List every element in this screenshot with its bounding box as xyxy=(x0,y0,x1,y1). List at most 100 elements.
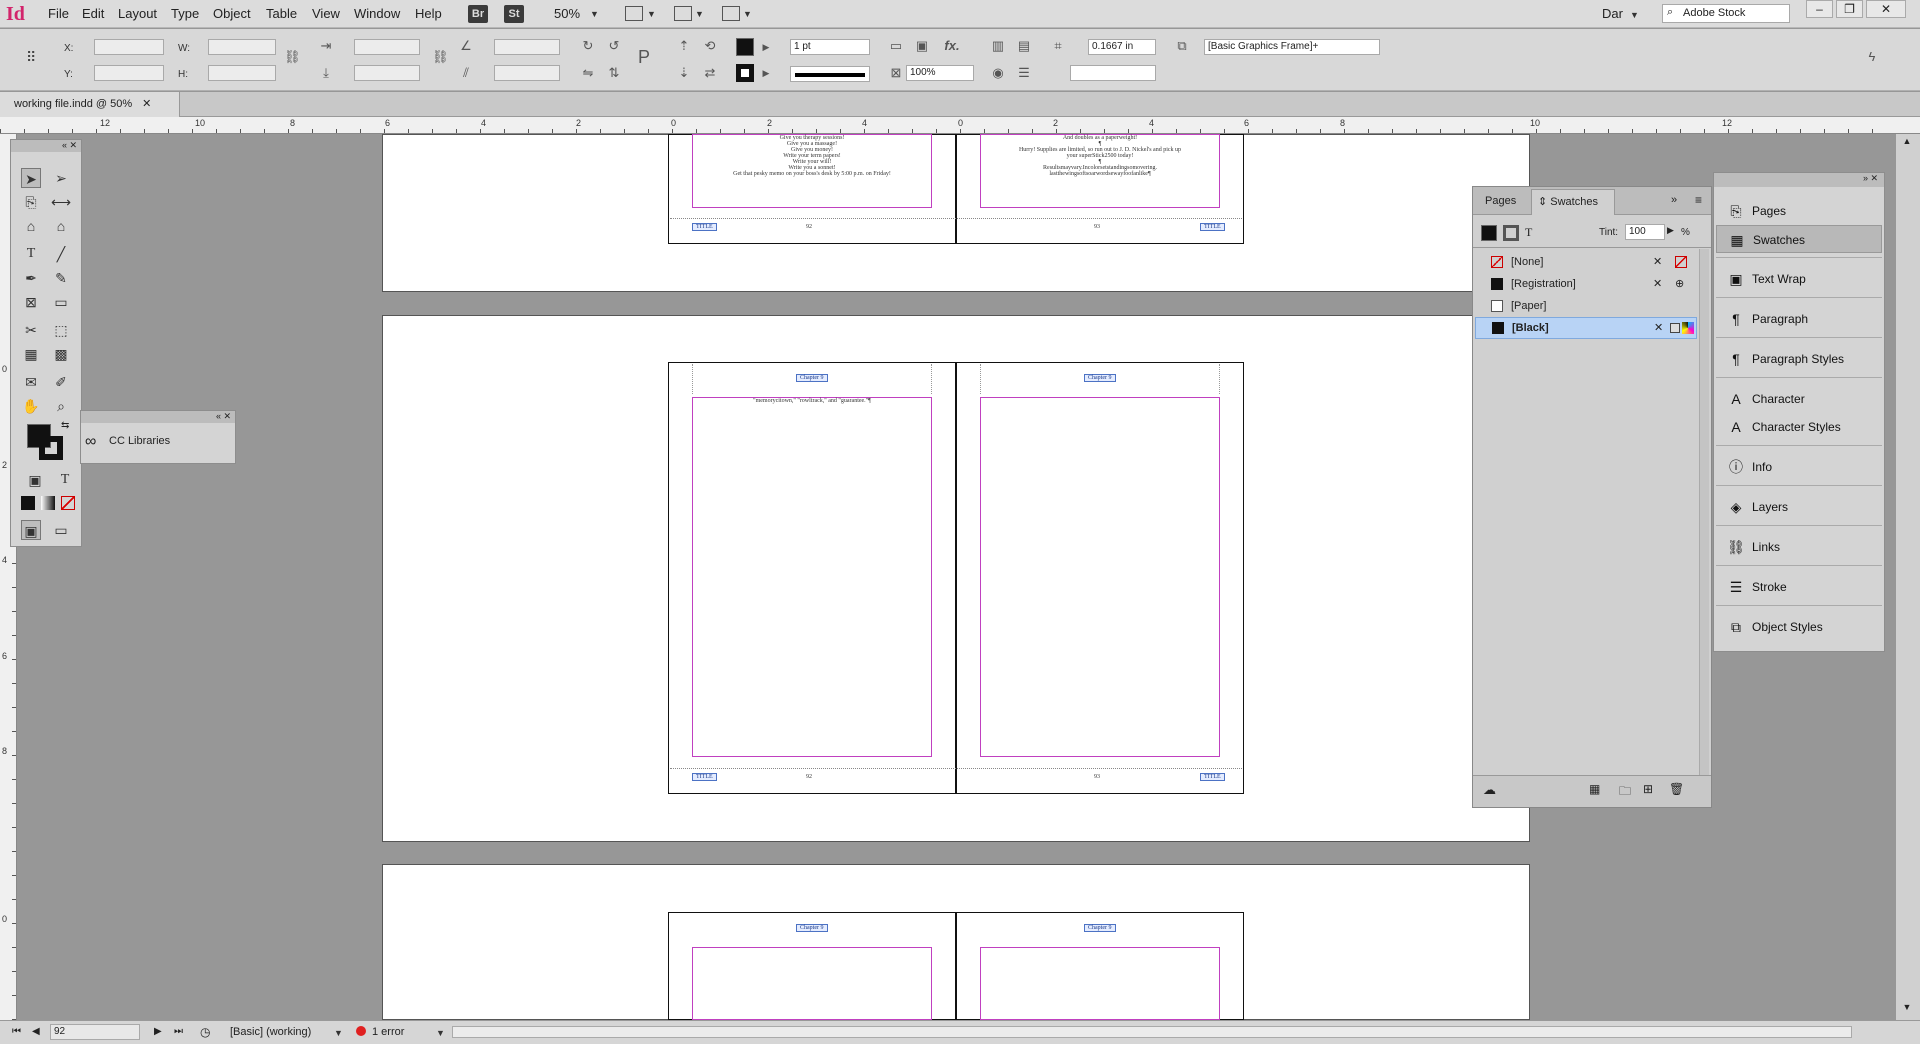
flip-h-icon[interactable]: ⇋ xyxy=(580,65,596,81)
fill-swatch[interactable] xyxy=(736,38,754,56)
panel-paragraph[interactable]: ¶ Paragraph xyxy=(1716,305,1882,333)
page-view-icon[interactable]: ◷ xyxy=(200,1025,210,1039)
panel-layers[interactable]: ◈ Layers xyxy=(1716,493,1882,521)
effects-icon[interactable]: fx. xyxy=(944,38,960,54)
object-style-dropdown[interactable]: [Basic Graphics Frame]+ xyxy=(1204,39,1380,55)
bridge-button[interactable]: Br xyxy=(468,5,488,23)
rotation-field[interactable] xyxy=(494,39,560,55)
gap-tool-icon[interactable]: ⟷ xyxy=(51,192,71,212)
stock-search-input[interactable]: Adobe Stock xyxy=(1662,4,1790,23)
fit-frame-icon[interactable]: ▭ xyxy=(888,38,904,54)
running-header[interactable]: Chapter 9 xyxy=(796,374,828,382)
menu-layout[interactable]: Layout xyxy=(118,6,157,21)
swap-colors-icon[interactable]: ⇆ xyxy=(61,420,69,431)
arrange-caret-icon[interactable]: ▼ xyxy=(743,9,752,19)
eyedropper-tool-icon[interactable]: ✐ xyxy=(51,372,71,392)
fill-swatch-icon[interactable] xyxy=(1481,225,1497,241)
document-tab[interactable]: working file.indd @ 50% ✕ xyxy=(0,92,180,117)
text-wrap-shape-icon[interactable]: ◉ xyxy=(990,65,1006,81)
prev-page-icon[interactable]: ◀ xyxy=(32,1026,40,1037)
scale-y-field[interactable] xyxy=(354,65,420,81)
fill-menu-arrow-icon[interactable]: ▶ xyxy=(758,39,774,55)
swatch-row-registration[interactable]: [Registration] ✕ ⊕ xyxy=(1473,273,1699,295)
panel-links[interactable]: ⛓ Links xyxy=(1716,533,1882,561)
constrain-proportions-icon[interactable]: ⛓ xyxy=(284,49,301,65)
last-page-icon[interactable]: ⏭ xyxy=(174,1026,183,1037)
zoom-caret-icon[interactable]: ▼ xyxy=(590,9,599,19)
screen-mode-icon[interactable] xyxy=(674,6,692,21)
page-tool-icon[interactable]: ⎘ xyxy=(21,192,41,212)
swatch-row-black[interactable]: [Black] ✕ xyxy=(1475,317,1697,339)
zoom-level[interactable]: 50% xyxy=(554,6,580,21)
panel-text-wrap[interactable]: ▣ Text Wrap xyxy=(1716,265,1882,293)
flip-v-icon[interactable]: ⇅ xyxy=(606,65,622,81)
stroke-color-icon[interactable] xyxy=(39,436,63,460)
dock-header[interactable]: » ✕ xyxy=(1714,173,1884,187)
h-field[interactable] xyxy=(208,65,276,81)
minimize-button[interactable]: – xyxy=(1806,0,1833,18)
swatch-row-none[interactable]: [None] ✕ xyxy=(1473,251,1699,273)
panel-menu-icon[interactable]: ≡ xyxy=(1695,193,1702,207)
select-next-icon[interactable]: ⇄ xyxy=(702,65,718,81)
user-name[interactable]: Dar xyxy=(1602,6,1623,21)
menu-help[interactable]: Help xyxy=(415,6,442,21)
tint-arrow-icon[interactable]: ▶ xyxy=(1667,225,1674,236)
stroke-swatch-icon[interactable] xyxy=(1503,225,1519,241)
tint-field[interactable]: 100 xyxy=(1625,224,1665,240)
scroll-down-icon[interactable]: ▼ xyxy=(1900,1002,1914,1016)
preflight-errors[interactable]: 1 error xyxy=(372,1026,404,1038)
running-header[interactable]: Chapter 9 xyxy=(1084,374,1116,382)
rectangle-tool-icon[interactable]: ▭ xyxy=(51,292,71,312)
view-caret-icon[interactable]: ▼ xyxy=(647,9,656,19)
screen-mode-icon[interactable]: ▭ xyxy=(51,520,71,540)
text-frame[interactable] xyxy=(692,947,932,1020)
user-caret-icon[interactable]: ▼ xyxy=(1630,10,1639,20)
panel-object-styles[interactable]: ⧉ Object Styles xyxy=(1716,613,1882,641)
text-wrap-box-icon[interactable]: ▤ xyxy=(1016,38,1032,54)
hand-tool-icon[interactable]: ✋ xyxy=(21,396,41,416)
type-tool-icon[interactable]: T xyxy=(21,244,41,264)
corner-options-icon[interactable]: ⌗ xyxy=(1050,38,1066,54)
scroll-up-icon[interactable]: ▲ xyxy=(1900,136,1914,150)
menu-view[interactable]: View xyxy=(312,6,340,21)
content-collector-icon[interactable]: ⌂ xyxy=(21,216,41,236)
rotate-ccw-icon[interactable]: ↺ xyxy=(606,38,622,54)
rotate-cw-icon[interactable]: ↻ xyxy=(580,38,596,54)
new-swatch-icon[interactable]: ⊞ xyxy=(1643,782,1653,796)
page-number-field[interactable]: 92 xyxy=(50,1024,140,1040)
screen-caret-icon[interactable]: ▼ xyxy=(695,9,704,19)
text-frame[interactable] xyxy=(980,397,1220,757)
select-container-icon[interactable]: ⇡ xyxy=(676,38,692,54)
restore-button[interactable]: ❐ xyxy=(1836,0,1863,18)
master-name[interactable]: [Basic] (working) xyxy=(230,1026,311,1038)
preflight-caret-icon[interactable]: ▼ xyxy=(436,1028,445,1038)
menu-type[interactable]: Type xyxy=(171,6,199,21)
panel-character[interactable]: A Character xyxy=(1716,385,1882,413)
horizontal-scrollbar[interactable] xyxy=(452,1026,1852,1038)
x-field[interactable] xyxy=(94,39,164,55)
panel-info[interactable]: ⓘ Info xyxy=(1716,453,1882,481)
arrange-documents-icon[interactable] xyxy=(722,6,740,21)
apply-none-icon[interactable] xyxy=(61,496,75,510)
cc-libraries-label[interactable]: CC Libraries xyxy=(109,435,170,447)
panel-pages[interactable]: ⎘ Pages xyxy=(1716,197,1882,225)
rectangle-frame-tool-icon[interactable]: ⊠ xyxy=(21,292,41,312)
apply-gradient-icon[interactable] xyxy=(41,496,55,510)
text-frame[interactable] xyxy=(980,947,1220,1020)
panel-character-styles[interactable]: A Character Styles xyxy=(1716,413,1882,441)
menu-table[interactable]: Table xyxy=(266,6,297,21)
direct-selection-tool-icon[interactable]: ➢ xyxy=(51,168,71,188)
content-placer-icon[interactable]: ⌂ xyxy=(51,216,71,236)
master-caret-icon[interactable]: ▼ xyxy=(334,1028,343,1038)
formatting-container-icon[interactable]: ▣ xyxy=(25,470,45,490)
select-content-icon[interactable]: ⟲ xyxy=(702,38,718,54)
first-page-icon[interactable]: ⏮ xyxy=(12,1026,21,1037)
panel-paragraph-styles[interactable]: ¶ Paragraph Styles xyxy=(1716,345,1882,373)
panel-stroke[interactable]: ☰ Stroke xyxy=(1716,573,1882,601)
gradient-feather-tool-icon[interactable]: ▩ xyxy=(51,344,71,364)
close-tab-icon[interactable]: ✕ xyxy=(142,98,151,110)
horizontal-ruler[interactable]: 12 10 8 6 4 2 0 2 4 0 2 4 6 8 10 12 xyxy=(0,117,1920,134)
corner-shape-dropdown[interactable] xyxy=(1070,65,1156,81)
shear-field[interactable] xyxy=(494,65,560,81)
zoom-tool-icon[interactable]: ⌕ xyxy=(51,396,71,416)
